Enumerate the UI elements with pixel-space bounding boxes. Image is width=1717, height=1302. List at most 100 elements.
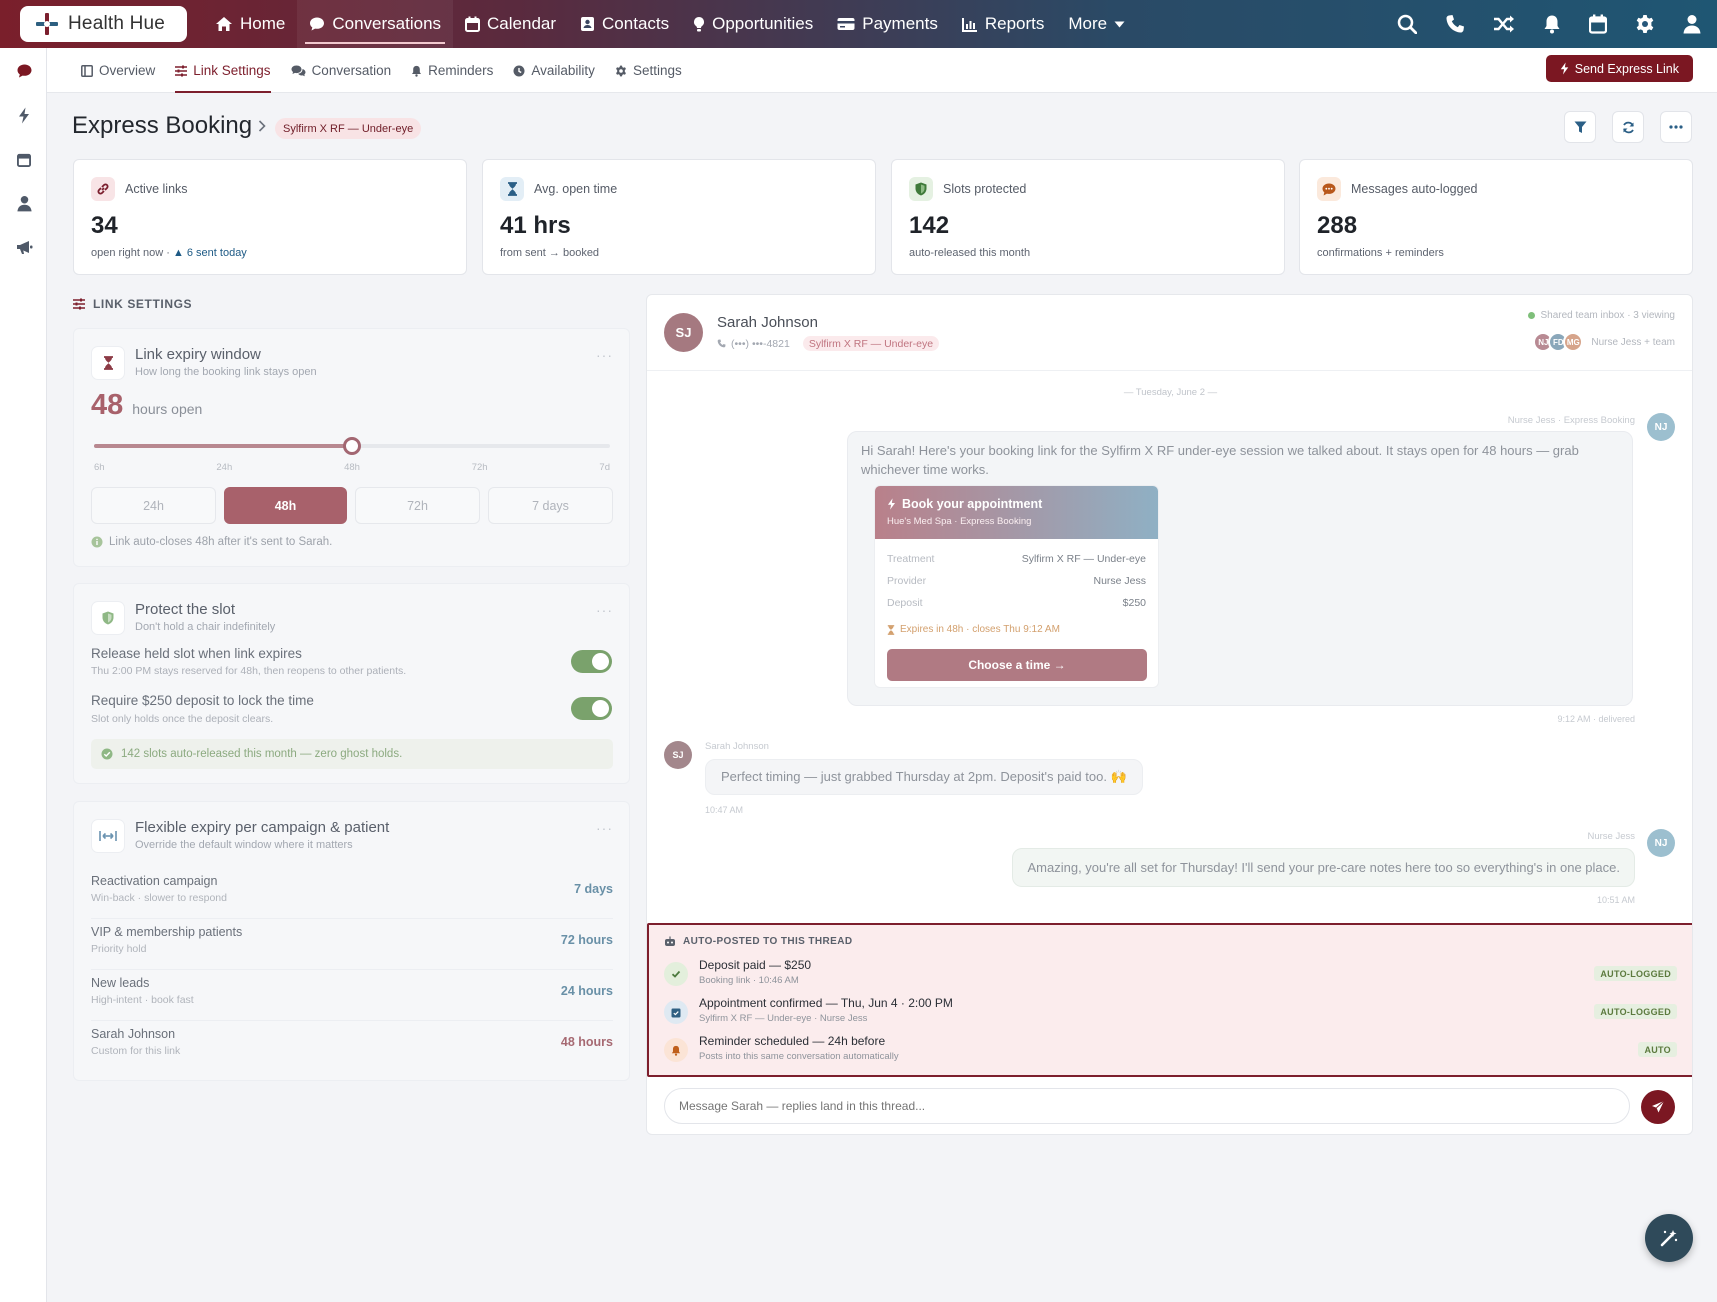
rail-item-contacts[interactable] [13, 192, 35, 214]
override-name: VIP & membership patients [91, 925, 243, 939]
panel-subtitle: Override the default window where it mat… [135, 839, 353, 851]
nav-reports[interactable]: Reports [950, 0, 1057, 48]
megaphone-icon [16, 240, 32, 254]
check-circle-icon [101, 748, 113, 760]
auto-posted-heading: AUTO-POSTED TO THIS THREAD [664, 936, 852, 947]
booking-card-title: Book your appointment [902, 497, 1043, 511]
panel-flexible-expiry: Flexible expiry per campaign & patient O… [73, 801, 630, 1081]
rail-item-campaigns[interactable] [13, 236, 35, 258]
sliders-icon [175, 65, 188, 76]
team-label: Nurse Jess + team [1591, 336, 1675, 348]
expiry-unit: hours open [132, 401, 203, 417]
expiry-override-row[interactable]: Reactivation campaign Win-back · slower t… [91, 868, 613, 919]
nav-calendar[interactable]: Calendar [453, 0, 568, 48]
expiry-override-row[interactable]: Sarah Johnson Custom for this link 48 hour… [91, 1021, 613, 1072]
nav-home[interactable]: Home [203, 0, 297, 48]
calendar-icon[interactable] [1589, 14, 1607, 34]
auto-item-badge: AUTO-LOGGED [1594, 966, 1677, 981]
stat-label: Avg. open time [534, 182, 618, 196]
tab-link-settings[interactable]: Link Settings [165, 48, 280, 93]
send-express-link-button[interactable]: Send Express Link [1545, 55, 1693, 82]
choose-time-button[interactable]: Choose a time → [887, 649, 1147, 681]
stat-subtext: from sent → booked [500, 247, 599, 259]
banner-text: 142 slots auto-released this month — zer… [121, 748, 403, 760]
chat-icon [17, 64, 31, 78]
page-title: Express Booking [72, 112, 253, 139]
tab-reminders[interactable]: Reminders [401, 48, 503, 93]
tab-availability[interactable]: Availability [503, 48, 605, 93]
option-label: 7 days [532, 498, 569, 513]
panel-menu-icon[interactable]: ··· [596, 820, 613, 836]
nav-more[interactable]: More [1056, 0, 1137, 48]
stat-sub-highlight: ▲ 6 sent today [172, 247, 247, 259]
booking-card-header: Book your appointment Hue's Med Spa · Ex… [875, 486, 1158, 539]
nav-conversations[interactable]: Conversations [297, 0, 454, 48]
tab-availability-label: Availability [531, 63, 595, 78]
user-icon[interactable] [1683, 14, 1701, 34]
option-24h[interactable]: 24h [91, 487, 216, 524]
shuffle-icon[interactable] [1493, 14, 1515, 34]
send-message-button[interactable] [1641, 1090, 1675, 1124]
expiry-override-row[interactable]: New leads High-intent · book fast 24 hours [91, 970, 613, 1021]
rail-item-calendar[interactable] [13, 148, 35, 170]
more-options-button[interactable] [1660, 111, 1692, 143]
stat-card-avg-open-time: Avg. open time 41 hrs from sent → booked [482, 159, 876, 275]
refresh-icon [1622, 121, 1634, 133]
hourglass-icon [500, 177, 524, 201]
require-deposit-toggle[interactable] [571, 697, 612, 720]
panel-protect-slot: Protect the slot Don't hold a chair inde… [73, 583, 630, 784]
toggle-description: Thu 2:00 PM stays reserved for 48h, then… [91, 665, 407, 677]
option-72h[interactable]: 72h [355, 487, 480, 524]
viewer-avatars: NJ FD MG [1533, 332, 1584, 352]
magic-wand-icon [1660, 1230, 1678, 1247]
option-label: 48h [274, 498, 297, 513]
nav-contacts[interactable]: Contacts [568, 0, 681, 48]
panel-menu-icon[interactable]: ··· [596, 602, 613, 618]
contact-meta: (•••) •••-4821 Sylfirm X RF — Under-eye [717, 336, 940, 351]
nav-contacts-label: Contacts [602, 14, 670, 33]
tab-conversation[interactable]: Conversation [281, 48, 402, 93]
speech-icon [1317, 177, 1341, 201]
option-7-days[interactable]: 7 days [488, 487, 613, 524]
detail-key: Treatment [887, 553, 935, 565]
tab-settings[interactable]: Settings [605, 48, 692, 93]
nav-opportunities[interactable]: Opportunities [681, 0, 825, 48]
stat-subtext: auto-released this month [909, 247, 1030, 259]
rail-item-automation[interactable] [13, 104, 35, 126]
detail-value: Sylfirm X RF — Under-eye [1021, 553, 1146, 565]
contact-tag[interactable]: Sylfirm X RF — Under-eye [802, 336, 940, 351]
inbox-status-text: Shared team inbox · 3 viewing [1540, 310, 1675, 321]
send-express-link-label: Send Express Link [1574, 61, 1679, 76]
gear-icon [615, 65, 626, 76]
stat-sub-text: auto-released this month [909, 247, 1031, 259]
search-icon[interactable] [1397, 14, 1417, 34]
filter-button[interactable] [1564, 111, 1596, 143]
toggle-label: Require $250 deposit to lock the time [91, 693, 314, 708]
refresh-button[interactable] [1612, 111, 1644, 143]
toggle-label: Release held slot when link expires [91, 646, 302, 661]
contact-name[interactable]: Sarah Johnson [717, 314, 818, 331]
treatment-pill[interactable]: Sylfirm X RF — Under-eye [275, 118, 422, 139]
rail-item-conversations[interactable] [13, 60, 35, 82]
outgoing-message-bubble: Amazing, you're all set for Thursday! I'… [1012, 848, 1635, 887]
nav-payments[interactable]: Payments [825, 0, 950, 48]
expiry-slider[interactable] [94, 437, 610, 455]
bolt-icon [887, 498, 896, 510]
tab-overview[interactable]: Overview [71, 48, 165, 93]
section-label-text: LINK SETTINGS [93, 297, 193, 311]
panel-menu-icon[interactable]: ··· [596, 347, 613, 363]
bell-icon[interactable] [1543, 14, 1561, 34]
panel-title: Protect the slot [135, 601, 236, 618]
option-48h[interactable]: 48h [224, 487, 347, 524]
release-slot-toggle[interactable] [571, 650, 612, 673]
message-input[interactable] [679, 1089, 1609, 1123]
top-navigation-bar: Health Hue Home Conversations Calendar C… [0, 0, 1717, 48]
gear-icon[interactable] [1635, 14, 1655, 34]
slider-thumb[interactable] [343, 437, 361, 455]
app-logo[interactable]: Health Hue [20, 6, 187, 42]
magic-assistant-button[interactable] [1645, 1214, 1693, 1262]
expiry-override-row[interactable]: VIP & membership patients Priority hold 72… [91, 919, 613, 970]
nav-more-label: More [1068, 14, 1108, 33]
override-description: Custom for this link [91, 1045, 181, 1057]
phone-icon[interactable] [1445, 14, 1465, 34]
